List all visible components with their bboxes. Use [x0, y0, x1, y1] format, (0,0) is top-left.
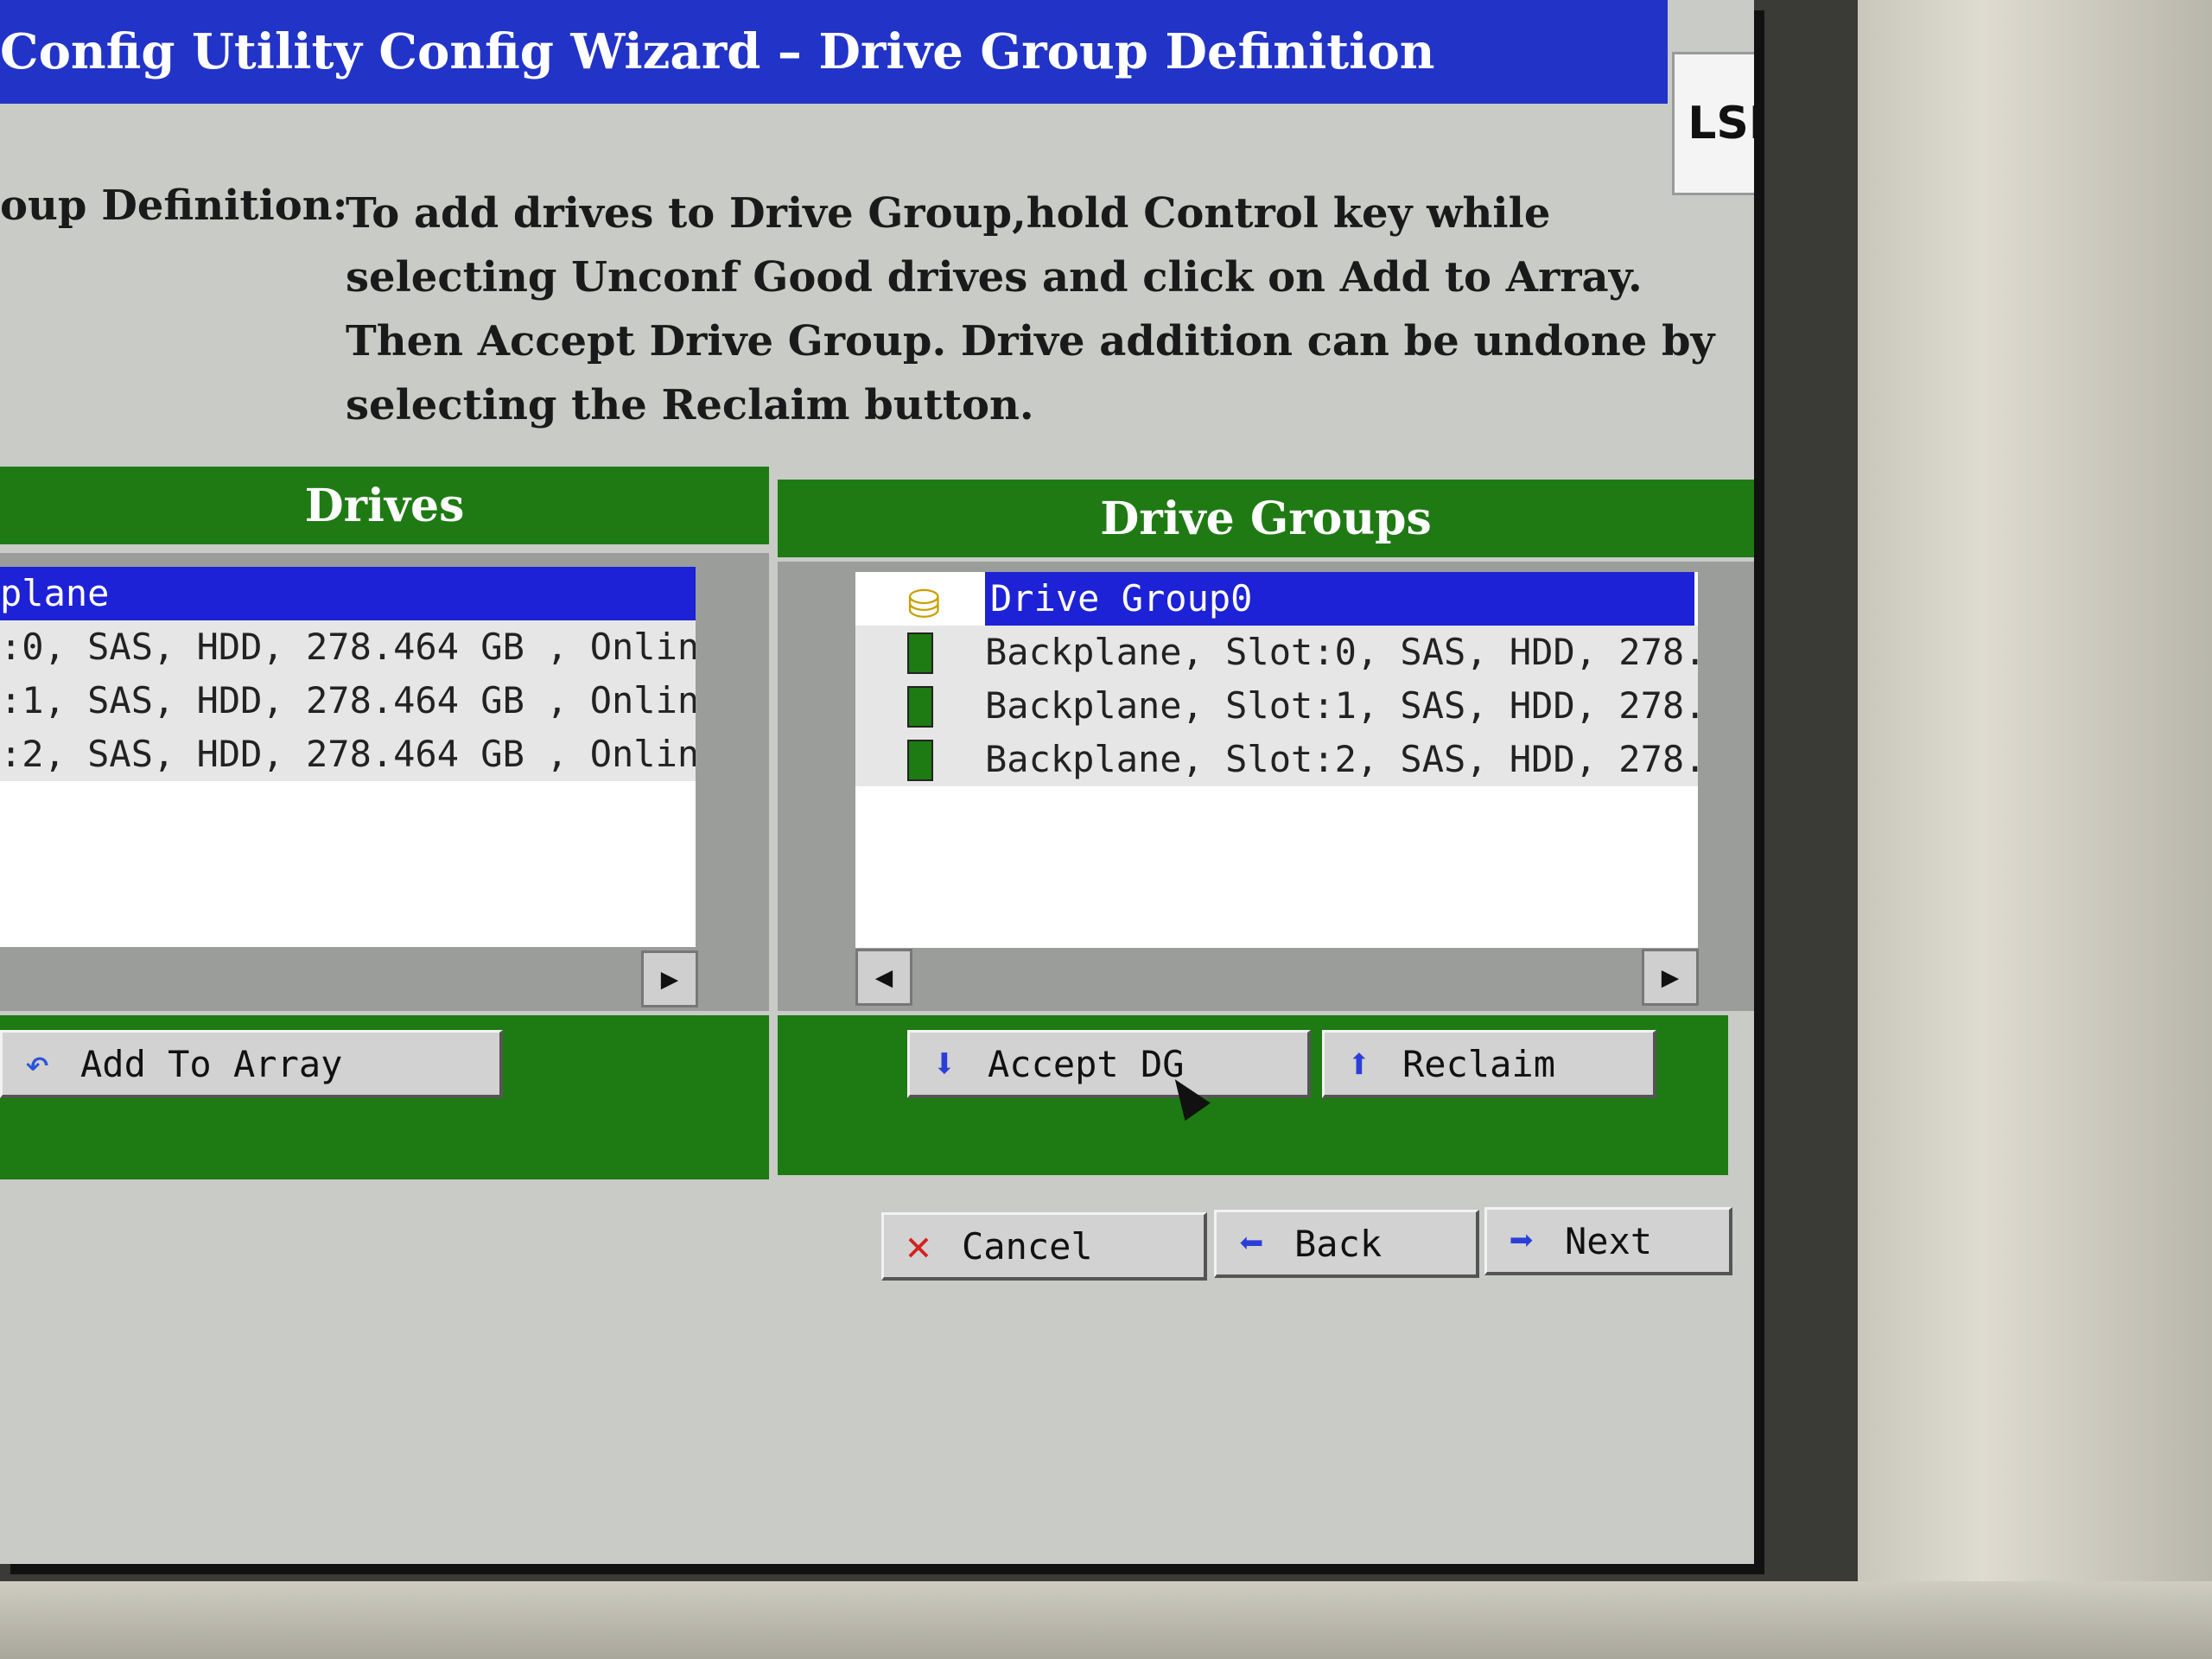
drives-list-frame: plane :0, SAS, HDD, 278.464 GB , Onlin :…: [0, 553, 769, 1011]
group-member-row[interactable]: Backplane, Slot:2, SAS, HDD, 278.46: [855, 733, 1698, 786]
screen: Config Utility Config Wizard – Drive Gro…: [0, 0, 1754, 1564]
back-label: Back: [1294, 1222, 1382, 1265]
group-member-label: Backplane, Slot:2, SAS, HDD, 278.46: [985, 738, 1698, 780]
scroll-right-icon[interactable]: ▶: [641, 950, 698, 1007]
drives-list[interactable]: plane :0, SAS, HDD, 278.464 GB , Onlin :…: [0, 567, 696, 947]
instructions-label: oup Definition:: [0, 181, 348, 230]
next-label: Next: [1565, 1219, 1653, 1262]
drive-groups-tree[interactable]: ⛁ Drive Group0 Backplane, Slot:0, SAS, H…: [855, 572, 1698, 948]
arrow-left-icon: ⬅: [1238, 1219, 1264, 1268]
drive-group-label: Drive Group0: [985, 572, 1694, 626]
instructions-text: To add drives to Drive Group,hold Contro…: [346, 189, 1715, 429]
arrow-down-icon: ⬇: [931, 1039, 957, 1088]
cancel-label: Cancel: [962, 1224, 1093, 1268]
reclaim-button[interactable]: ⬆ Reclaim: [1322, 1030, 1656, 1098]
drive-row[interactable]: :0, SAS, HDD, 278.464 GB , Onlin: [0, 620, 696, 674]
logo-text: LSI: [1688, 98, 1754, 149]
group-member-label: Backplane, Slot:1, SAS, HDD, 278.46: [985, 684, 1698, 727]
drive-group-row[interactable]: ⛁ Drive Group0: [855, 572, 1698, 626]
add-to-array-button[interactable]: ↶ Add To Array: [0, 1030, 503, 1098]
undo-arrow-icon: ↶: [24, 1039, 50, 1088]
hdd-icon: [855, 626, 985, 679]
monitor-bezel-right: [1858, 0, 2212, 1659]
group-member-row[interactable]: Backplane, Slot:1, SAS, HDD, 278.46: [855, 679, 1698, 733]
drive-groups-list-frame: ⛁ Drive Group0 Backplane, Slot:0, SAS, H…: [778, 562, 1754, 1011]
monitor-bezel-bottom: [0, 1581, 2212, 1659]
arrow-up-icon: ⬆: [1346, 1039, 1372, 1088]
next-button[interactable]: ➡ Next: [1484, 1207, 1732, 1275]
group-member-row[interactable]: Backplane, Slot:0, SAS, HDD, 278.46: [855, 626, 1698, 679]
scroll-left-icon[interactable]: ◀: [855, 949, 912, 1006]
scroll-right-icon[interactable]: ▶: [1642, 949, 1699, 1006]
drive-row[interactable]: plane: [0, 567, 696, 620]
back-button[interactable]: ⬅ Back: [1214, 1210, 1479, 1278]
drive-row[interactable]: :1, SAS, HDD, 278.464 GB , Onlin: [0, 674, 696, 728]
hdd-icon: [855, 679, 985, 733]
hdd-icon: [855, 733, 985, 786]
instructions: oup Definition: To add drives to Drive G…: [0, 181, 1754, 458]
window-title: Config Utility Config Wizard – Drive Gro…: [0, 0, 1668, 104]
reclaim-label: Reclaim: [1402, 1042, 1556, 1085]
database-icon: ⛁: [855, 572, 985, 626]
lsi-logo: LSI ✳: [1672, 52, 1754, 195]
drive-groups-header: Drive Groups: [778, 480, 1754, 557]
arrow-right-icon: ➡: [1509, 1217, 1535, 1265]
drive-row[interactable]: :2, SAS, HDD, 278.464 GB , Onlin: [0, 728, 696, 781]
accept-dg-label: Accept DG: [988, 1042, 1185, 1085]
cancel-button[interactable]: ✕ Cancel: [881, 1212, 1207, 1281]
group-member-label: Backplane, Slot:0, SAS, HDD, 278.46: [985, 631, 1698, 673]
drives-header: Drives: [0, 467, 769, 544]
close-icon: ✕: [906, 1222, 931, 1270]
accept-dg-button[interactable]: ⬇ Accept DG: [907, 1030, 1311, 1098]
add-to-array-label: Add To Array: [80, 1042, 343, 1085]
